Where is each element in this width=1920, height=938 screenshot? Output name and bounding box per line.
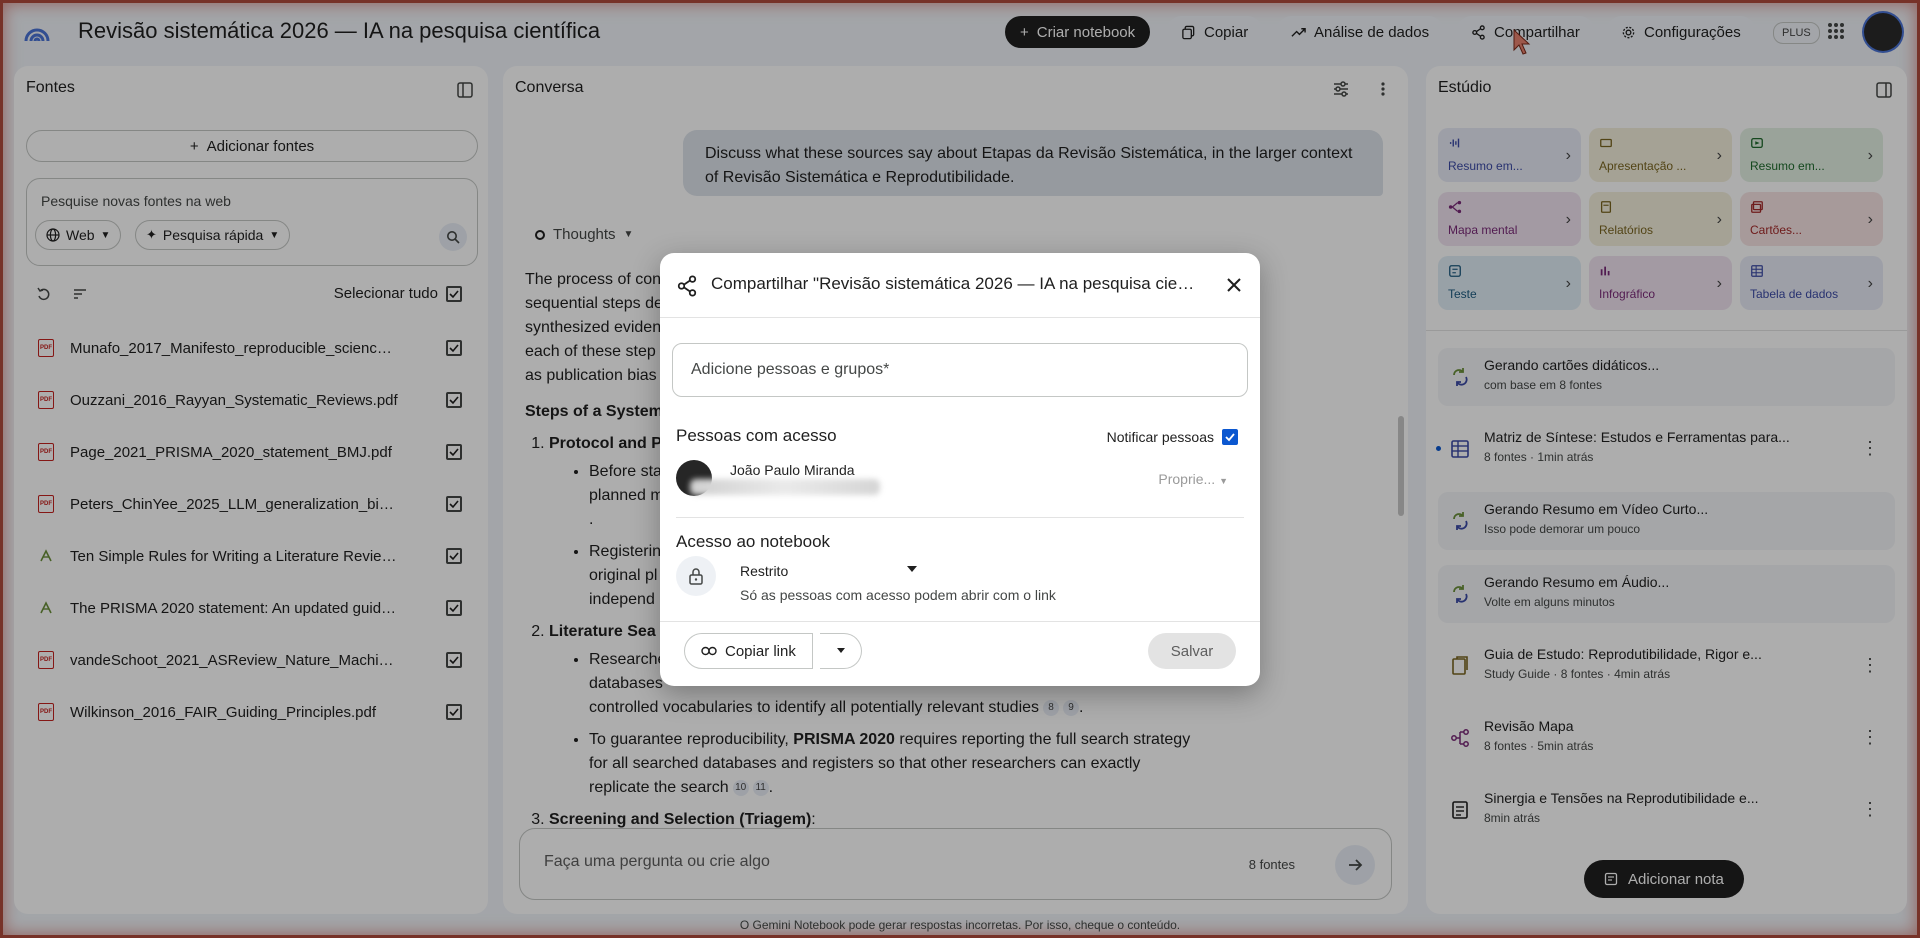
notify-checkbox[interactable] (1222, 429, 1238, 445)
copy-link-label: Copiar link (725, 642, 796, 660)
link-icon (701, 646, 717, 656)
copy-link-options-button[interactable] (820, 633, 862, 669)
person-role-label: Proprie... (1158, 471, 1216, 487)
chevron-down-icon: ▼ (1219, 476, 1228, 486)
divider (676, 517, 1244, 518)
save-button[interactable]: Salvar (1148, 633, 1236, 669)
share-icon (677, 275, 697, 297)
dialog-title: Compartilhar "Revisão sistemática 2026 —… (711, 274, 1201, 293)
check-icon (1225, 433, 1235, 442)
notebook-access-heading: Acesso ao notebook (676, 532, 831, 551)
add-people-placeholder: Adicione pessoas e grupos* (691, 361, 890, 378)
access-level-dropdown[interactable]: Restrito (740, 563, 788, 579)
caret-down-icon (836, 648, 845, 653)
notify-people-toggle[interactable]: Notificar pessoas (1107, 429, 1238, 445)
lock-icon-bubble (676, 556, 716, 596)
share-dialog: Compartilhar "Revisão sistemática 2026 —… (660, 253, 1260, 686)
add-people-field[interactable]: Adicione pessoas e grupos* (672, 343, 1248, 397)
lock-icon (689, 568, 703, 585)
copy-link-button[interactable]: Copiar link (684, 633, 813, 669)
person-name: João Paulo Miranda (730, 462, 855, 478)
people-with-access-heading: Pessoas com acesso (676, 426, 837, 445)
dialog-header: Compartilhar "Revisão sistemática 2026 —… (660, 253, 1260, 318)
access-description: Só as pessoas com acesso podem abrir com… (740, 587, 1056, 603)
person-role-dropdown[interactable]: Proprie... ▼ (1158, 471, 1228, 487)
caret-down-icon[interactable] (907, 565, 917, 573)
divider (660, 621, 1260, 622)
redacted-email (690, 479, 880, 495)
close-icon[interactable] (1224, 275, 1244, 295)
notify-label: Notificar pessoas (1106, 429, 1214, 445)
